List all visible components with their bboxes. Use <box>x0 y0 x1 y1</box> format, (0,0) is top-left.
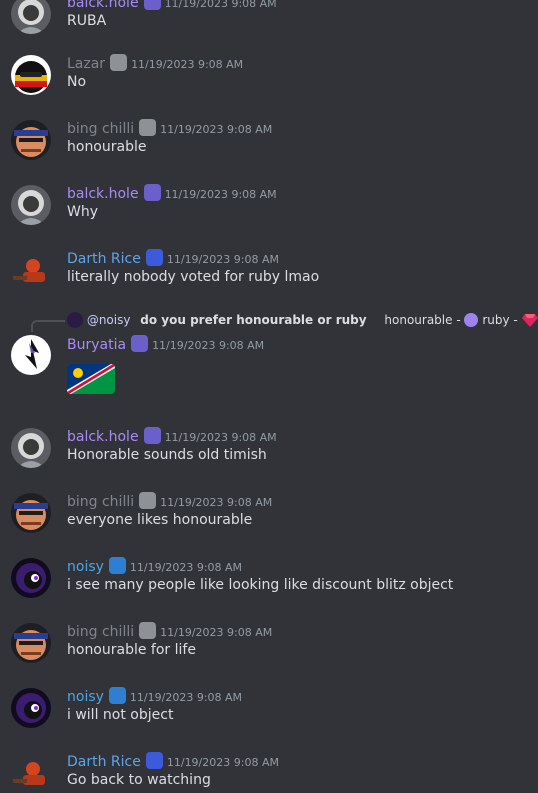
avatar[interactable] <box>11 623 51 663</box>
message-header: balck.hole 11/19/2023 9:08 AM <box>67 426 277 446</box>
message-header: Darth Rice 11/19/2023 9:08 AM <box>67 751 279 771</box>
timestamp: 11/19/2023 9:08 AM <box>166 253 279 266</box>
avatar[interactable] <box>11 335 51 375</box>
message-header: balck.hole 11/19/2023 9:08 AM <box>67 0 277 12</box>
role-badge-icon <box>139 492 157 509</box>
username[interactable]: bing chilli <box>67 624 134 640</box>
message-text: honourable <box>67 139 147 155</box>
purple-circle-icon <box>464 313 479 327</box>
message-header: noisy 11/19/2023 9:08 AM <box>67 556 242 576</box>
reply-connector <box>31 320 65 332</box>
message-header: Darth Rice 11/19/2023 9:08 AM <box>67 248 279 268</box>
avatar[interactable] <box>11 493 51 533</box>
timestamp: 11/19/2023 9:08 AM <box>164 188 277 201</box>
message-text: honourable for life <box>67 642 196 658</box>
message-text: Honorable sounds old timish <box>67 447 267 463</box>
ruby-icon <box>521 314 538 327</box>
reply-preview[interactable]: @noisy do you prefer honourable or ruby … <box>67 311 538 329</box>
role-badge-icon <box>145 752 163 769</box>
username[interactable]: Darth Rice <box>67 251 141 267</box>
avatar[interactable] <box>11 753 51 793</box>
poll-option-b: ruby - <box>482 313 518 327</box>
message-text: Go back to watching <box>67 772 211 788</box>
username[interactable]: noisy <box>67 559 104 575</box>
message-header: bing chilli 11/19/2023 9:08 AM <box>67 621 272 641</box>
avatar[interactable] <box>11 0 51 34</box>
timestamp: 11/19/2023 9:08 AM <box>129 561 243 574</box>
avatar <box>67 312 83 328</box>
timestamp: 11/19/2023 9:08 AM <box>166 756 279 769</box>
avatar[interactable] <box>11 55 51 95</box>
message-text: i will not object <box>67 707 174 723</box>
message-text: RUBA <box>67 13 107 29</box>
username[interactable]: Buryatia <box>67 337 126 353</box>
role-badge-icon <box>145 249 163 266</box>
avatar[interactable] <box>11 428 51 468</box>
timestamp: 11/19/2023 9:08 AM <box>164 431 277 444</box>
message-header: noisy 11/19/2023 9:08 AM <box>67 686 242 706</box>
message-header: bing chilli 11/19/2023 9:08 AM <box>67 491 272 511</box>
timestamp: 11/19/2023 9:08 AM <box>160 123 273 136</box>
timestamp: 11/19/2023 9:08 AM <box>160 496 273 509</box>
message-text: No <box>67 74 87 90</box>
message-header: bing chilli 11/19/2023 9:08 AM <box>67 118 272 138</box>
username[interactable]: noisy <box>67 689 104 705</box>
role-badge-icon <box>139 622 157 639</box>
username[interactable]: balck.hole <box>67 186 139 202</box>
role-badge-icon <box>139 119 157 136</box>
message-header: Buryatia 11/19/2023 9:08 AM <box>67 334 264 354</box>
username[interactable]: Darth Rice <box>67 754 141 770</box>
message-header: Lazar 11/19/2023 9:08 AM <box>67 53 243 73</box>
role-badge-icon <box>143 184 161 201</box>
message-text: i see many people like looking like disc… <box>67 577 454 593</box>
poll-option-a: honourable - <box>384 313 461 327</box>
timestamp: 11/19/2023 9:08 AM <box>131 58 244 71</box>
mention[interactable]: @noisy <box>87 313 131 327</box>
message-text: everyone likes honourable <box>67 512 253 528</box>
timestamp: 11/19/2023 9:08 AM <box>129 691 243 704</box>
avatar[interactable] <box>11 558 51 598</box>
avatar[interactable] <box>11 250 51 290</box>
role-badge-icon <box>143 0 161 10</box>
timestamp: 11/19/2023 9:08 AM <box>152 339 265 352</box>
username[interactable]: balck.hole <box>67 429 139 445</box>
role-badge-icon <box>108 687 126 704</box>
message-text: literally nobody voted for ruby lmao <box>67 269 320 285</box>
username[interactable]: bing chilli <box>67 494 134 510</box>
role-badge-icon <box>108 557 126 574</box>
role-badge-icon <box>110 54 128 71</box>
avatar[interactable] <box>11 185 51 225</box>
username[interactable]: bing chilli <box>67 121 134 137</box>
role-badge-icon <box>131 335 149 352</box>
namibia-flag-icon <box>67 364 115 394</box>
avatar[interactable] <box>11 688 51 728</box>
username[interactable]: Lazar <box>67 56 105 72</box>
timestamp: 11/19/2023 9:08 AM <box>160 626 273 639</box>
message-text: Why <box>67 204 99 220</box>
username[interactable]: balck.hole <box>67 0 139 11</box>
avatar[interactable] <box>11 120 51 160</box>
reply-question: do you prefer honourable or ruby <box>140 313 367 327</box>
role-badge-icon <box>143 427 161 444</box>
message-header: balck.hole 11/19/2023 9:08 AM <box>67 183 277 203</box>
timestamp: 11/19/2023 9:08 AM <box>164 0 277 10</box>
